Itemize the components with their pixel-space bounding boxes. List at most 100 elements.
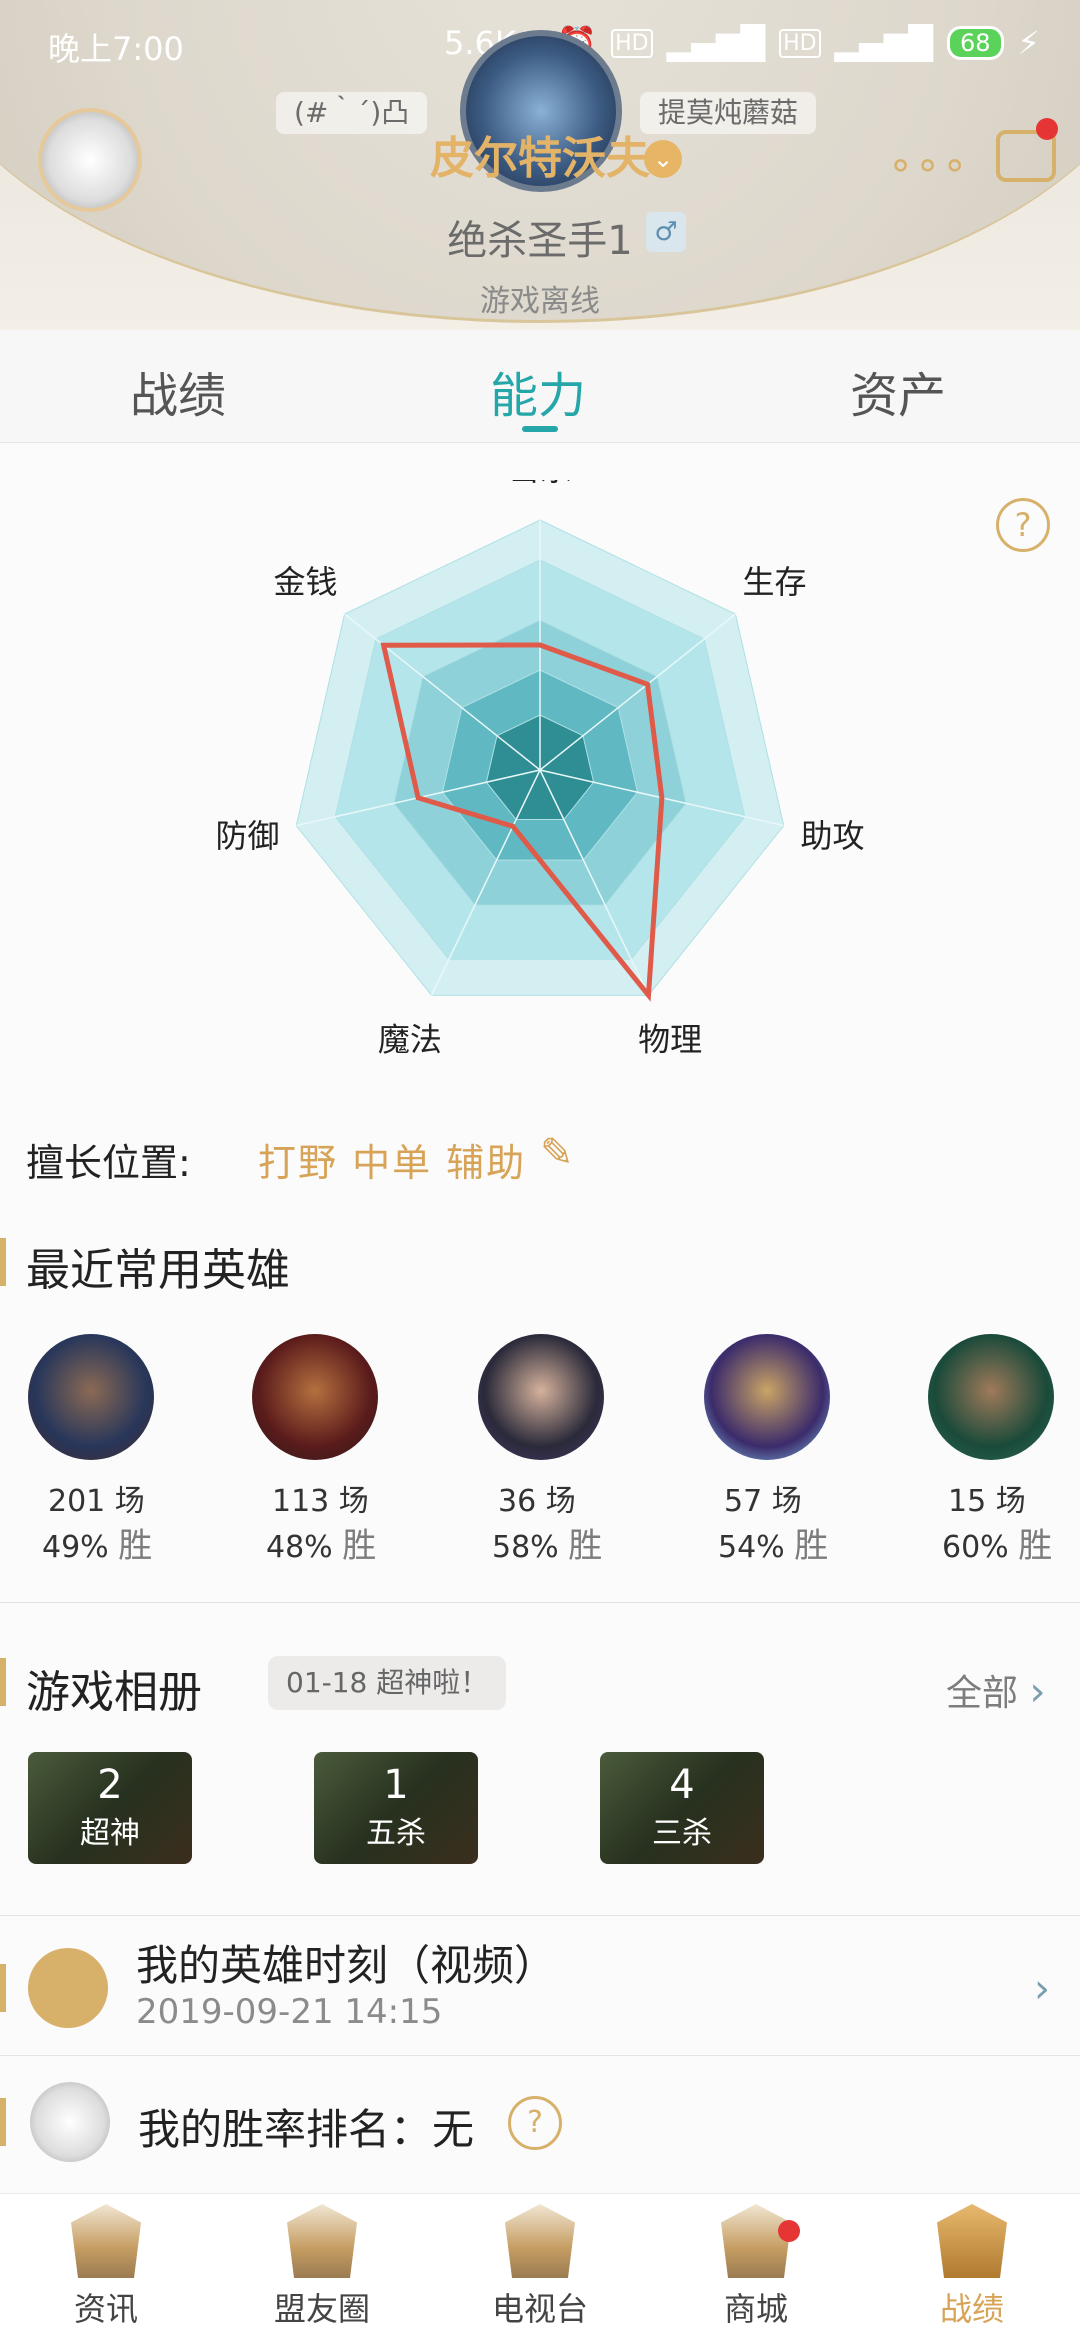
hero-winrate: 54% 胜 (718, 1518, 828, 1567)
album-count: 2 (97, 1762, 123, 1808)
hero-avatar[interactable] (478, 1334, 604, 1460)
nav-item[interactable]: 盟友圈 (252, 2204, 392, 2330)
heroes-section-title: 最近常用英雄 (26, 1245, 290, 1296)
hero-winrate: 60% 胜 (942, 1518, 1052, 1567)
win-label: 胜 (118, 1526, 153, 1566)
hero-avatar[interactable] (928, 1334, 1054, 1460)
online-status: 游戏离线 (480, 284, 600, 319)
hero-games: 15 场 (948, 1484, 1026, 1519)
hd-icon-2: HD (779, 28, 821, 58)
tab-underline (522, 426, 558, 432)
tv-icon (505, 2204, 575, 2278)
position-label: 擅长位置: (26, 1141, 191, 1185)
section-marker (0, 1964, 6, 2012)
nav-item[interactable]: 战绩 (902, 2204, 1042, 2330)
record-icon (937, 2204, 1007, 2278)
album-count: 1 (383, 1762, 409, 1808)
winrate-value: 60% (942, 1530, 1019, 1565)
notification-dot (1036, 118, 1058, 140)
bottom-nav: 资讯 盟友圈 电视台 商城 战绩 (0, 2193, 1080, 2341)
hero-avatar[interactable] (704, 1334, 830, 1460)
nav-label: 盟友圈 (273, 2290, 370, 2328)
tab-record[interactable]: 战绩 (130, 356, 226, 426)
avatar[interactable] (38, 108, 142, 212)
radar-axis-label: 防御 (216, 817, 280, 855)
radar-axis-label: 助攻 (800, 817, 864, 855)
album-card[interactable]: 2 超神 (28, 1752, 192, 1864)
album-card[interactable]: 4 三杀 (600, 1752, 764, 1864)
tab-ability[interactable]: 能力 (490, 356, 586, 426)
hero-games: 36 场 (498, 1484, 576, 1519)
gender-icon: ♂ (646, 212, 686, 252)
hero-avatar[interactable] (28, 1334, 154, 1460)
hero-winrate: 58% 胜 (492, 1518, 602, 1567)
hero-winrate: 49% 胜 (42, 1518, 152, 1567)
all-label: 全部 (946, 1673, 1019, 1714)
shop-icon (721, 2204, 791, 2278)
hero-winrate: 48% 胜 (266, 1518, 376, 1567)
hero-games: 113 场 (272, 1484, 369, 1519)
section-marker (0, 2098, 6, 2146)
win-label: 胜 (1018, 1526, 1053, 1566)
nav-item[interactable]: 资讯 (36, 2204, 176, 2330)
album-count: 4 (669, 1762, 695, 1808)
winrate-value: 54% (718, 1530, 795, 1565)
status-time: 晚上7:00 (48, 30, 184, 68)
nav-label: 战绩 (939, 2290, 1004, 2328)
nav-item[interactable]: 电视台 (470, 2204, 610, 2330)
chevron-right-icon[interactable]: › (1034, 1966, 1050, 2012)
help-icon[interactable]: ? (996, 498, 1050, 552)
winrate-rank-text: 我的胜率排名：无 (138, 2105, 475, 2154)
radar-axis-label: 物理 (638, 1020, 702, 1058)
tab-bar: 战绩 能力 资产 (0, 330, 1080, 443)
win-label: 胜 (568, 1526, 603, 1566)
verified-icon: ⌄ (644, 140, 682, 178)
more-icon[interactable]: ∘∘∘ (888, 142, 969, 188)
nav-item[interactable]: 商城 (686, 2204, 826, 2330)
player-name: 皮尔特沃夫 (430, 133, 650, 184)
album-chip: 01-18 超神啦！ (268, 1656, 507, 1710)
winrate-value: 58% (492, 1530, 569, 1565)
friends-icon (287, 2204, 357, 2278)
tab-assets[interactable]: 资产 (850, 356, 946, 426)
hero-games: 57 场 (724, 1484, 802, 1519)
radar-axis-label: 金钱 (273, 563, 337, 601)
winrate-value: 48% (266, 1530, 343, 1565)
album-section-title: 游戏相册 (26, 1667, 202, 1718)
hero-games: 201 场 (48, 1484, 145, 1519)
album-label: 超神 (80, 1816, 140, 1851)
rank-title: 绝杀圣手1 (447, 218, 633, 264)
hero-avatar[interactable] (252, 1334, 378, 1460)
album-label: 五杀 (366, 1816, 426, 1851)
battery-icon: 68 (946, 26, 1004, 60)
chevron-right-icon: › (1029, 1669, 1046, 1715)
signal-icon-2: ▂▄▆█ (834, 24, 933, 62)
radar-axis-label: 生存 (743, 563, 807, 601)
help-icon[interactable]: ? (508, 2096, 562, 2150)
win-label: 胜 (342, 1526, 377, 1566)
moment-date: 2019-09-21 14:15 (136, 1992, 443, 2032)
radar-axis-label: 魔法 (378, 1020, 442, 1058)
moment-title[interactable]: 我的英雄时刻（视频） (136, 1932, 556, 1993)
divider (0, 2055, 1080, 2056)
edit-icon[interactable]: ✎ (540, 1130, 574, 1176)
win-label: 胜 (794, 1526, 829, 1566)
section-marker (0, 1658, 6, 1706)
signal-icon: ▂▄▆█ (666, 24, 766, 62)
album-label: 三杀 (652, 1816, 712, 1851)
news-icon (71, 2204, 141, 2278)
section-marker (0, 1238, 6, 1286)
notification-dot (778, 2220, 800, 2242)
radar-axis-label: 击杀 (508, 480, 572, 488)
winrate-value: 49% (42, 1530, 119, 1565)
album-card[interactable]: 1 五杀 (314, 1752, 478, 1864)
ability-radar-chart: 击杀生存助攻物理 魔法 防御 金钱 (216, 480, 865, 1058)
video-camera-icon (28, 1948, 108, 2028)
nav-label: 资讯 (73, 2290, 138, 2328)
hd-icon: HD (611, 28, 653, 58)
divider (0, 1602, 1080, 1603)
position-values: 打野 中单 辅助 (258, 1141, 527, 1185)
album-all-link[interactable]: 全部 › (946, 1664, 1045, 1716)
nav-label: 商城 (723, 2290, 788, 2328)
divider (0, 1915, 1080, 1916)
